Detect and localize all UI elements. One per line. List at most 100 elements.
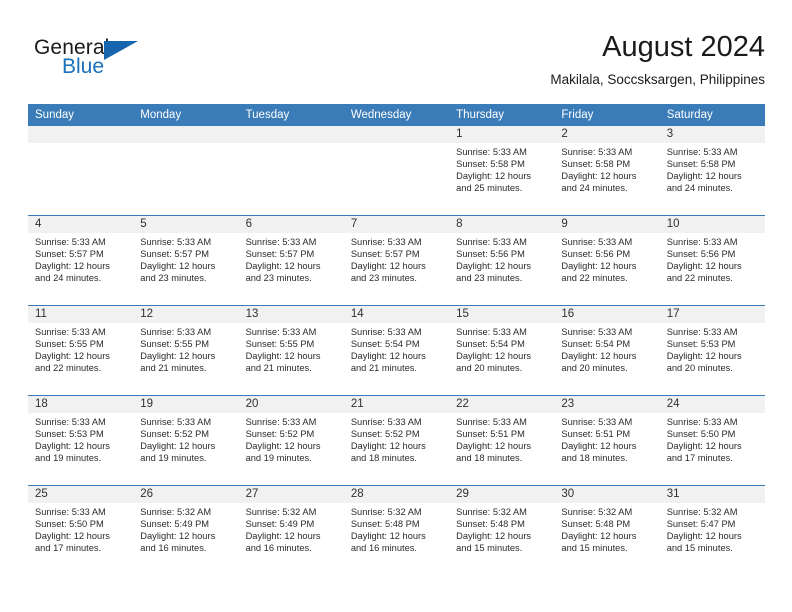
sunrise-text: Sunrise: 5:33 AM: [35, 327, 106, 337]
day-number: 16: [554, 306, 660, 323]
day-cell[interactable]: [343, 126, 450, 215]
sunset-text: Sunset: 5:48 PM: [350, 518, 420, 529]
day-cell[interactable]: 28 Sunrise: 5:32 AM Sunset: 5:48 PM Dayl…: [343, 486, 450, 575]
daylight-text-line1: Daylight: 12 hours: [35, 350, 110, 361]
daylight-text-line1: Daylight: 12 hours: [666, 350, 742, 361]
sunrise-text: Sunrise: 5:32 AM: [245, 507, 317, 517]
day-number: 19: [133, 396, 239, 413]
day-cell[interactable]: 31 Sunrise: 5:32 AM Sunset: 5:47 PM Dayl…: [659, 486, 765, 575]
day-cell[interactable]: 9 Sunrise: 5:33 AM Sunset: 5:56 PM Dayli…: [554, 216, 660, 305]
daylight-text-line2: and 19 minutes.: [140, 452, 207, 463]
day-cell[interactable]: 15 Sunrise: 5:33 AM Sunset: 5:54 PM Dayl…: [449, 306, 555, 395]
sunset-text: Sunset: 5:52 PM: [140, 428, 210, 439]
week-row: 18 Sunrise: 5:33 AM Sunset: 5:53 PM Dayl…: [28, 395, 765, 485]
day-cell[interactable]: 7 Sunrise: 5:33 AM Sunset: 5:57 PM Dayli…: [343, 216, 450, 305]
daylight-text-line1: Daylight: 12 hours: [666, 170, 742, 181]
week-row: 1 Sunrise: 5:33 AM Sunset: 5:58 PM Dayli…: [28, 126, 765, 215]
day-info: Sunrise: 5:32 AM Sunset: 5:49 PM Dayligh…: [239, 503, 344, 555]
day-info: Sunrise: 5:32 AM Sunset: 5:48 PM Dayligh…: [554, 503, 659, 555]
day-cell[interactable]: 18 Sunrise: 5:33 AM Sunset: 5:53 PM Dayl…: [28, 396, 134, 485]
day-number: 13: [238, 306, 344, 323]
day-cell[interactable]: 25 Sunrise: 5:33 AM Sunset: 5:50 PM Dayl…: [28, 486, 134, 575]
sunset-text: Sunset: 5:48 PM: [561, 518, 631, 529]
day-info: Sunrise: 5:33 AM Sunset: 5:55 PM Dayligh…: [133, 323, 238, 375]
day-cell[interactable]: 11 Sunrise: 5:33 AM Sunset: 5:55 PM Dayl…: [28, 306, 134, 395]
daylight-text-line2: and 18 minutes.: [456, 452, 523, 463]
day-cell[interactable]: 4 Sunrise: 5:33 AM Sunset: 5:57 PM Dayli…: [28, 216, 134, 305]
day-cell[interactable]: 29 Sunrise: 5:32 AM Sunset: 5:48 PM Dayl…: [449, 486, 555, 575]
day-cell[interactable]: 14 Sunrise: 5:33 AM Sunset: 5:54 PM Dayl…: [343, 306, 450, 395]
day-cell[interactable]: 24 Sunrise: 5:33 AM Sunset: 5:50 PM Dayl…: [659, 396, 765, 485]
day-info: Sunrise: 5:33 AM Sunset: 5:56 PM Dayligh…: [449, 233, 554, 285]
sunset-text: Sunset: 5:57 PM: [140, 248, 210, 259]
sunrise-text: Sunrise: 5:33 AM: [561, 417, 633, 427]
sunset-text: Sunset: 5:58 PM: [561, 158, 631, 169]
day-cell[interactable]: 27 Sunrise: 5:32 AM Sunset: 5:49 PM Dayl…: [238, 486, 344, 575]
sunrise-text: Sunrise: 5:33 AM: [140, 237, 212, 247]
daylight-text-line2: and 22 minutes.: [561, 272, 628, 283]
daylight-text-line2: and 15 minutes.: [666, 542, 733, 553]
sunset-text: Sunset: 5:54 PM: [561, 338, 631, 349]
daylight-text-line2: and 21 minutes.: [245, 362, 312, 373]
sunrise-text: Sunrise: 5:33 AM: [245, 327, 317, 337]
day-cell[interactable]: 20 Sunrise: 5:33 AM Sunset: 5:52 PM Dayl…: [238, 396, 344, 485]
sunset-text: Sunset: 5:56 PM: [666, 248, 736, 259]
daylight-text-line2: and 20 minutes.: [561, 362, 628, 373]
sunset-text: Sunset: 5:55 PM: [35, 338, 104, 349]
sunrise-text: Sunrise: 5:33 AM: [35, 237, 106, 247]
day-cell[interactable]: 23 Sunrise: 5:33 AM Sunset: 5:51 PM Dayl…: [554, 396, 660, 485]
daylight-text-line1: Daylight: 12 hours: [561, 260, 637, 271]
day-cell[interactable]: [28, 126, 134, 215]
day-number: [343, 126, 450, 143]
daylight-text-line1: Daylight: 12 hours: [245, 530, 321, 541]
day-cell[interactable]: 10 Sunrise: 5:33 AM Sunset: 5:56 PM Dayl…: [659, 216, 765, 305]
weekday-header-wednesday: Wednesday: [350, 109, 412, 121]
sunrise-text: Sunrise: 5:33 AM: [350, 237, 422, 247]
day-number: 18: [28, 396, 134, 413]
day-info: Sunrise: 5:33 AM Sunset: 5:51 PM Dayligh…: [449, 413, 554, 465]
day-number: 24: [659, 396, 765, 413]
page-header: General Blue August 2024 Makilala, Soccs…: [0, 0, 792, 100]
day-cell[interactable]: [238, 126, 344, 215]
daylight-text-line1: Daylight: 12 hours: [456, 530, 532, 541]
day-cell[interactable]: 1 Sunrise: 5:33 AM Sunset: 5:58 PM Dayli…: [449, 126, 555, 215]
day-info: Sunrise: 5:33 AM Sunset: 5:54 PM Dayligh…: [554, 323, 659, 375]
day-info: [344, 143, 449, 147]
day-cell[interactable]: 22 Sunrise: 5:33 AM Sunset: 5:51 PM Dayl…: [449, 396, 555, 485]
sunset-text: Sunset: 5:54 PM: [456, 338, 525, 349]
daylight-text-line1: Daylight: 12 hours: [245, 260, 321, 271]
daylight-text-line2: and 21 minutes.: [350, 362, 417, 373]
sunrise-text: Sunrise: 5:33 AM: [35, 507, 106, 517]
day-number: 10: [659, 216, 765, 233]
day-cell[interactable]: 13 Sunrise: 5:33 AM Sunset: 5:55 PM Dayl…: [238, 306, 344, 395]
day-info: Sunrise: 5:33 AM Sunset: 5:54 PM Dayligh…: [449, 323, 554, 375]
daylight-text-line1: Daylight: 12 hours: [350, 440, 426, 451]
day-info: [28, 143, 133, 147]
daylight-text-line2: and 20 minutes.: [666, 362, 733, 373]
day-info: Sunrise: 5:33 AM Sunset: 5:55 PM Dayligh…: [28, 323, 133, 375]
day-cell[interactable]: 21 Sunrise: 5:33 AM Sunset: 5:52 PM Dayl…: [343, 396, 450, 485]
day-cell[interactable]: 17 Sunrise: 5:33 AM Sunset: 5:53 PM Dayl…: [659, 306, 765, 395]
daylight-text-line2: and 16 minutes.: [245, 542, 312, 553]
day-number: 20: [238, 396, 344, 413]
day-number: 26: [133, 486, 239, 503]
day-info: Sunrise: 5:33 AM Sunset: 5:52 PM Dayligh…: [344, 413, 449, 465]
day-cell[interactable]: 6 Sunrise: 5:33 AM Sunset: 5:57 PM Dayli…: [238, 216, 344, 305]
sunrise-text: Sunrise: 5:33 AM: [666, 147, 738, 157]
sunset-text: Sunset: 5:48 PM: [456, 518, 525, 529]
day-cell[interactable]: 19 Sunrise: 5:33 AM Sunset: 5:52 PM Dayl…: [133, 396, 239, 485]
daylight-text-line1: Daylight: 12 hours: [140, 260, 216, 271]
day-info: Sunrise: 5:32 AM Sunset: 5:48 PM Dayligh…: [344, 503, 449, 555]
sunset-text: Sunset: 5:53 PM: [35, 428, 104, 439]
day-cell[interactable]: 2 Sunrise: 5:33 AM Sunset: 5:58 PM Dayli…: [554, 126, 660, 215]
day-cell[interactable]: 26 Sunrise: 5:32 AM Sunset: 5:49 PM Dayl…: [133, 486, 239, 575]
day-cell[interactable]: 16 Sunrise: 5:33 AM Sunset: 5:54 PM Dayl…: [554, 306, 660, 395]
day-cell[interactable]: 12 Sunrise: 5:33 AM Sunset: 5:55 PM Dayl…: [133, 306, 239, 395]
day-cell[interactable]: 5 Sunrise: 5:33 AM Sunset: 5:57 PM Dayli…: [133, 216, 239, 305]
day-cell[interactable]: 30 Sunrise: 5:32 AM Sunset: 5:48 PM Dayl…: [554, 486, 660, 575]
day-cell[interactable]: [133, 126, 239, 215]
daylight-text-line2: and 19 minutes.: [35, 452, 102, 463]
daylight-text-line2: and 23 minutes.: [456, 272, 523, 283]
day-cell[interactable]: 3 Sunrise: 5:33 AM Sunset: 5:58 PM Dayli…: [659, 126, 765, 215]
day-cell[interactable]: 8 Sunrise: 5:33 AM Sunset: 5:56 PM Dayli…: [449, 216, 555, 305]
